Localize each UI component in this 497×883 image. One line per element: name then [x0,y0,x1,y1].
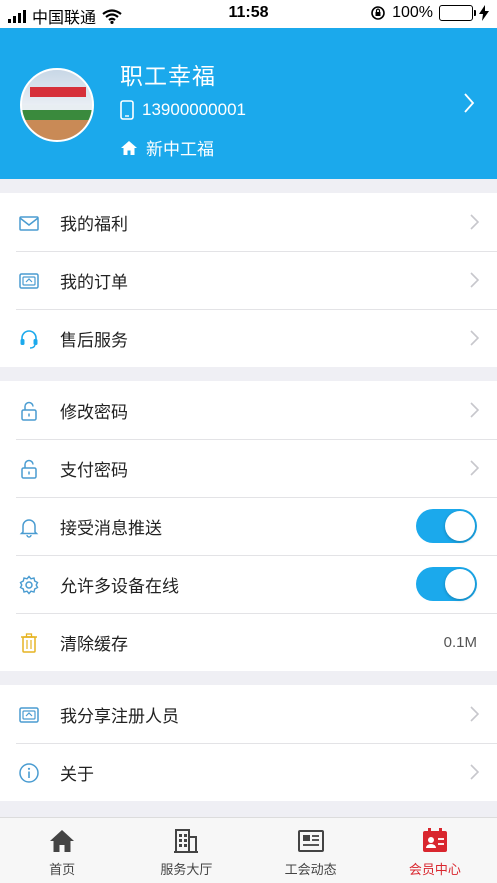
order-card-icon [19,273,39,289]
tab-home[interactable]: 首页 [0,818,124,883]
menu-item-label: 关于 [60,764,94,784]
chevron-right-icon [470,402,479,418]
menu-item-my-orders[interactable]: 我的订单 [0,251,497,309]
push-notifications-toggle[interactable] [416,509,477,543]
menu-group-3: 我分享注册人员 关于 [0,685,497,801]
user-organization: 新中工福 [146,140,214,159]
menu-item-change-password[interactable]: 修改密码 [0,381,497,439]
status-bar: 中国联通 11:58 100% [0,0,497,28]
menu-item-push-notifications: 接受消息推送 [0,497,497,555]
menu-item-shared-registrations[interactable]: 我分享注册人员 [0,685,497,743]
chevron-right-icon [470,272,479,288]
menu-item-clear-cache[interactable]: 清除缓存 0.1M [0,613,497,671]
chevron-right-icon [470,460,479,476]
tab-service-hall[interactable]: 服务大厅 [124,818,248,883]
chevron-right-icon [470,214,479,230]
chevron-right-icon [470,764,479,780]
headset-icon [20,330,38,349]
menu-item-label: 我的福利 [60,214,128,234]
trash-icon [21,633,37,653]
bell-icon [19,519,39,538]
tab-label: 首页 [49,862,76,877]
gear-icon [19,575,39,595]
menu-item-payment-password[interactable]: 支付密码 [0,439,497,497]
menu-group-2: 修改密码 支付密码 接受消息推送 允许多设备在线 清除缓存 0.1M [0,381,497,671]
menu-item-label: 清除缓存 [60,634,128,654]
battery-icon [439,5,476,21]
menu-item-my-welfare[interactable]: 我的福利 [0,193,497,251]
tab-label: 服务大厅 [160,862,213,877]
chevron-right-icon [470,330,479,346]
home-icon [50,830,75,852]
news-icon [297,830,324,852]
user-phone-line: 13900000001 [120,100,246,120]
menu-item-about[interactable]: 关于 [0,743,497,801]
share-card-icon [19,707,39,723]
building-icon [174,829,199,853]
tab-label: 工会动态 [284,862,337,877]
user-name: 职工幸福 [120,63,216,89]
menu-item-multi-device: 允许多设备在线 [0,555,497,613]
tab-bar: 首页 服务大厅 工会动态 会员中心 [0,817,497,883]
chevron-right-icon[interactable] [463,92,475,114]
phone-icon [120,100,134,120]
menu-item-after-sales[interactable]: 售后服务 [0,309,497,367]
profile-header[interactable]: 职工幸福 13900000001 新中工福 [0,28,497,179]
menu-group-1: 我的福利 我的订单 售后服务 [0,193,497,367]
info-icon [19,763,39,783]
cache-size: 0.1M [443,633,477,651]
unlock-icon [21,401,37,421]
user-org-line: 新中工福 [120,135,214,160]
charging-bolt-icon [479,5,489,21]
tab-label: 会员中心 [408,862,461,877]
orientation-lock-icon [371,6,385,20]
user-phone: 13900000001 [142,100,247,119]
tab-union-news[interactable]: 工会动态 [249,818,373,883]
menu-item-label: 我分享注册人员 [60,706,179,726]
chevron-right-icon [470,706,479,722]
menu-item-label: 售后服务 [60,330,128,350]
avatar[interactable] [20,68,94,142]
menu-item-label: 接受消息推送 [60,518,162,538]
multi-device-toggle[interactable] [416,567,477,601]
battery-percent: 100% [392,4,433,21]
menu-item-label: 我的订单 [60,272,128,292]
menu-item-label: 允许多设备在线 [60,576,179,596]
menu-item-label: 支付密码 [60,460,128,480]
menu-item-label: 修改密码 [60,402,128,422]
unlock-icon [21,459,37,479]
member-card-icon [422,828,447,852]
home-icon [121,140,137,155]
tab-member-center[interactable]: 会员中心 [373,818,497,883]
mail-icon [19,216,39,231]
